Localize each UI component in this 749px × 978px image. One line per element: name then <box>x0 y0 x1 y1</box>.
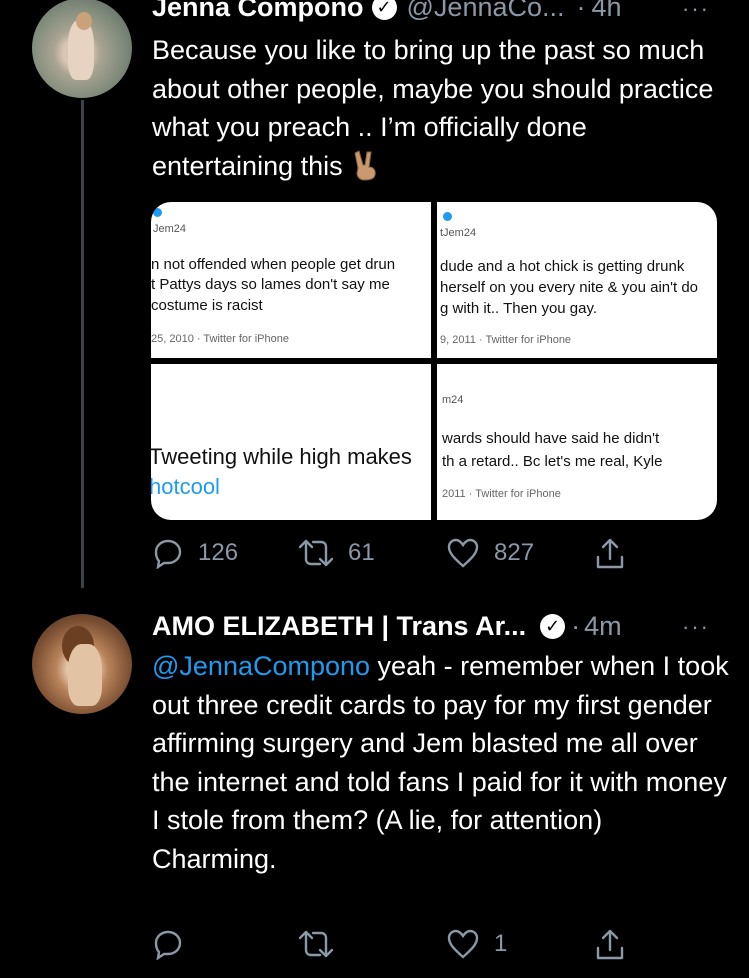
like-count: 827 <box>494 539 535 566</box>
more-options-icon[interactable]: ··· <box>682 0 710 22</box>
share-button[interactable] <box>594 537 626 571</box>
screenshot-line: wards should have said he didn't <box>442 430 660 447</box>
tweet-header: AMO ELIZABETH | Trans Ar... ✓ · 4m <box>152 611 622 642</box>
media-grid[interactable]: Jem24 n not offended when people get dru… <box>151 202 717 520</box>
screenshot-line: costume is racist <box>151 297 263 314</box>
screenshot-meta: 2011 · Twitter for iPhone <box>442 488 561 500</box>
screenshot-hashtag: hotcool <box>151 474 220 499</box>
display-name[interactable]: AMO ELIZABETH | Trans Ar... <box>152 611 526 642</box>
reply-button[interactable] <box>152 928 184 960</box>
screenshot-meta: 9, 2011 · Twitter for iPhone <box>440 334 572 346</box>
share-button[interactable] <box>594 928 626 962</box>
like-button[interactable]: 1 <box>446 928 507 960</box>
verified-dot-icon <box>443 212 452 221</box>
retweet-count: 61 <box>348 539 375 566</box>
heart-icon <box>447 929 479 959</box>
victory-hand-emoji <box>354 149 376 181</box>
screenshot-image-3[interactable]: Tweeting while high makes hotcool <box>151 364 431 520</box>
tweet-text: @JennaCompono yeah - remember when I too… <box>152 647 732 878</box>
tweet-text: Because you like to bring up the past so… <box>152 31 732 185</box>
verified-badge-icon: ✓ <box>540 614 566 639</box>
reply-count: 126 <box>198 539 239 566</box>
like-count: 1 <box>494 930 508 957</box>
retweet-button[interactable] <box>298 928 334 960</box>
display-name[interactable]: Jenna Compono <box>152 0 364 23</box>
screenshot-handle: tJem24 <box>440 227 477 239</box>
user-handle[interactable]: @JennaCo... <box>407 0 565 23</box>
screenshot-line: Tweeting while high makes <box>151 444 412 469</box>
screenshot-image-2[interactable]: tJem24 dude and a hot chick is getting d… <box>437 202 717 358</box>
screenshot-handle: Jem24 <box>153 223 187 235</box>
verified-badge-icon: ✓ <box>371 0 397 20</box>
screenshot-line: n not offended when people get drun <box>151 256 396 273</box>
timestamp[interactable]: 4m <box>584 611 622 642</box>
tweet-actions: 126 61 827 <box>152 537 632 571</box>
separator-dot: · <box>571 611 581 641</box>
avatar[interactable] <box>32 0 132 98</box>
reply-icon <box>154 930 182 960</box>
tweet-header: Jenna Compono ✓ @JennaCo... · 4h <box>152 0 622 23</box>
like-button[interactable]: 827 <box>446 537 534 569</box>
screenshot-line: t Pattys days so lames don't say me <box>151 276 390 293</box>
retweet-icon <box>298 539 334 567</box>
retweet-icon <box>298 930 334 958</box>
more-options-icon[interactable]: ··· <box>682 614 710 640</box>
screenshot-image-4[interactable]: m24 wards should have said he didn't th … <box>437 364 717 520</box>
tweet-actions: 1 <box>152 928 632 962</box>
tweet-body: yeah - remember when I took out three cr… <box>152 651 729 874</box>
screenshot-image-1[interactable]: Jem24 n not offended when people get dru… <box>151 202 431 358</box>
avatar[interactable] <box>32 614 132 714</box>
screenshot-line: th a retard.. Bc let's me real, Kyle <box>442 453 663 470</box>
screenshot-line: herself on you every nite & you ain't do <box>440 279 699 296</box>
screenshot-line: g with it.. Then you gay. <box>440 300 598 317</box>
share-icon <box>596 929 624 960</box>
reply-icon <box>154 539 182 569</box>
timestamp[interactable]: 4h <box>592 0 622 23</box>
heart-icon <box>447 538 479 568</box>
separator-dot: · <box>576 0 586 22</box>
share-icon <box>596 538 624 569</box>
reply-button[interactable]: 126 <box>152 537 238 569</box>
screenshot-handle: m24 <box>442 394 464 406</box>
thread-line <box>81 100 84 588</box>
retweet-button[interactable]: 61 <box>298 537 375 569</box>
tweet-body: Because you like to bring up the past so… <box>152 35 714 181</box>
screenshot-meta: 25, 2010 · Twitter for iPhone <box>151 333 289 345</box>
verified-dot-icon <box>153 208 162 217</box>
screenshot-line: dude and a hot chick is getting drunk <box>440 258 685 275</box>
mention-link[interactable]: @JennaCompono <box>152 651 370 681</box>
